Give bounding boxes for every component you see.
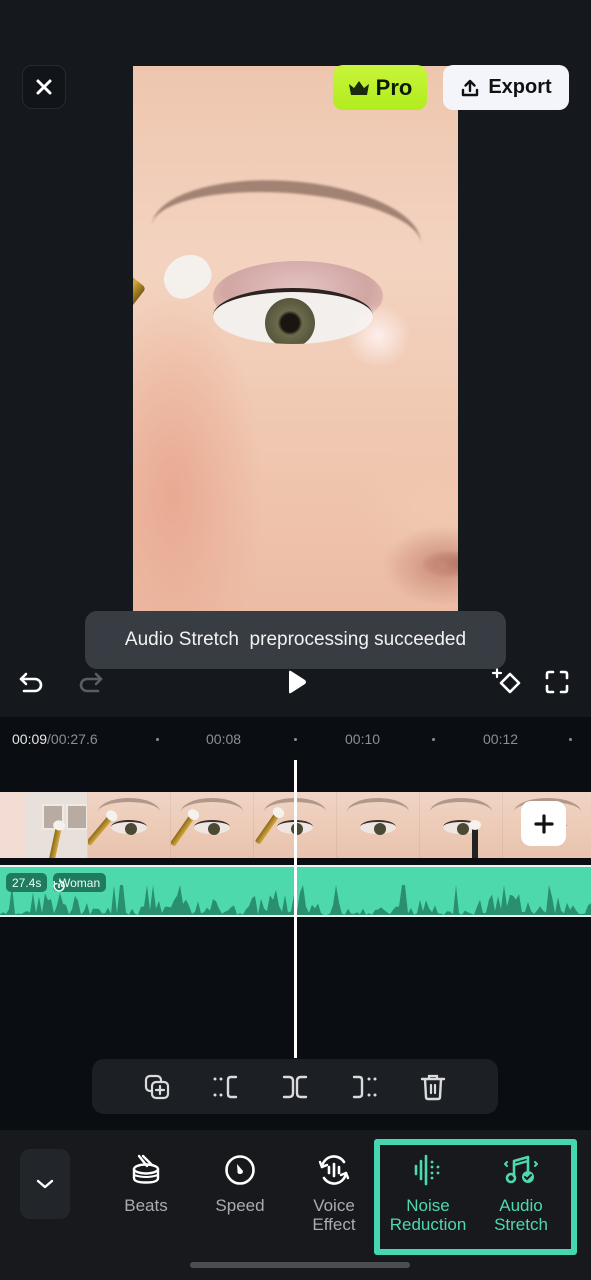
video-preview[interactable] [133,66,458,611]
tool-label: Beats [124,1196,168,1215]
time-ruler[interactable]: 00:09/00:27.6 00:08 00:10 00:12 [0,717,591,761]
play-button[interactable] [280,666,312,698]
pro-label: Pro [375,74,413,100]
clip-thumbnail [88,792,171,858]
ruler-tick: 00:08 [206,731,242,747]
ruler-dot [294,738,297,741]
speedometer-icon [225,1155,255,1185]
ruler-tick: 00:12 [483,731,519,747]
add-clip-button[interactable] [521,801,566,846]
voice-effect-badge: Woman [53,873,107,892]
upload-icon [462,79,479,96]
undo-button[interactable] [16,666,48,698]
preview-brush-handle [133,271,147,375]
total-time: /00:27.6 [47,731,98,747]
duplicate-icon [144,1074,169,1099]
voice-effect-badge-icon [53,880,65,892]
ruler-dot [432,738,435,741]
close-button[interactable] [22,65,66,109]
voice-effect-label: Woman [59,875,101,890]
tool-label: Speed [215,1196,265,1215]
clip-thumbnail [420,792,503,858]
audio-duration-badge: 27.4s [6,873,48,892]
fullscreen-icon [545,670,569,694]
tool-beats[interactable]: Beats [102,1153,190,1215]
preview-highlight [343,306,413,366]
ruler-dot [156,738,159,741]
home-indicator[interactable] [190,1262,410,1268]
tool-audio-stretch[interactable]: Audio Stretch [477,1153,565,1234]
tool-label: Voice Effect [312,1196,356,1234]
export-button[interactable]: Export [443,65,569,110]
noise-reduction-icon [414,1154,440,1186]
ruler-dot [569,738,572,741]
collapse-panel-button[interactable] [20,1149,70,1219]
ruler-tick: 00:10 [345,731,381,747]
playhead[interactable] [294,760,297,1058]
tool-noise-reduction[interactable]: Noise Reduction [384,1153,472,1234]
drum-icon [132,1154,160,1184]
trim-left-icon [213,1075,237,1098]
audio-stretch-icon [504,1155,538,1184]
redo-button[interactable] [74,666,106,698]
close-icon [36,79,52,95]
undo-icon [19,672,43,693]
export-label: Export [488,76,552,98]
preview-brush-tip [156,246,218,306]
play-icon [289,670,306,694]
current-time: 00:09 [12,731,48,747]
trash-icon [421,1074,446,1100]
voice-effect-icon [318,1155,350,1185]
tool-speed[interactable]: Speed [196,1153,284,1215]
clip-thumbnail [0,792,88,858]
trim-right-icon [352,1075,377,1098]
fullscreen-button[interactable] [541,666,573,698]
preview-eyebrow [151,171,425,251]
add-keyframe-icon [491,667,521,694]
duplicate-button[interactable] [140,1070,174,1104]
add-keyframe-button[interactable] [491,666,523,698]
trim-end-button[interactable] [347,1070,381,1104]
split-button[interactable] [278,1070,312,1104]
tool-label: Noise Reduction [389,1196,467,1234]
redo-icon [79,672,103,693]
plus-icon [533,813,554,834]
time-readout: 00:09/00:27.6 [12,731,98,747]
crown-icon [348,80,369,95]
clip-thumbnail [171,792,254,858]
clip-edit-toolbar [92,1059,498,1114]
trim-start-button[interactable] [209,1070,243,1104]
tool-voice-effect[interactable]: Voice Effect [290,1153,378,1234]
tool-label: Audio Stretch [494,1196,548,1234]
audio-tools-panel: Beats Speed Voice Effect Noise Reduction… [0,1131,591,1280]
chevron-down-icon [36,1179,54,1189]
delete-button[interactable] [416,1070,450,1104]
toast-message: Audio Stretch preprocessing succeeded [85,611,506,669]
clip-thumbnail [337,792,420,858]
pro-button[interactable]: Pro [333,65,427,110]
split-icon [282,1075,308,1098]
